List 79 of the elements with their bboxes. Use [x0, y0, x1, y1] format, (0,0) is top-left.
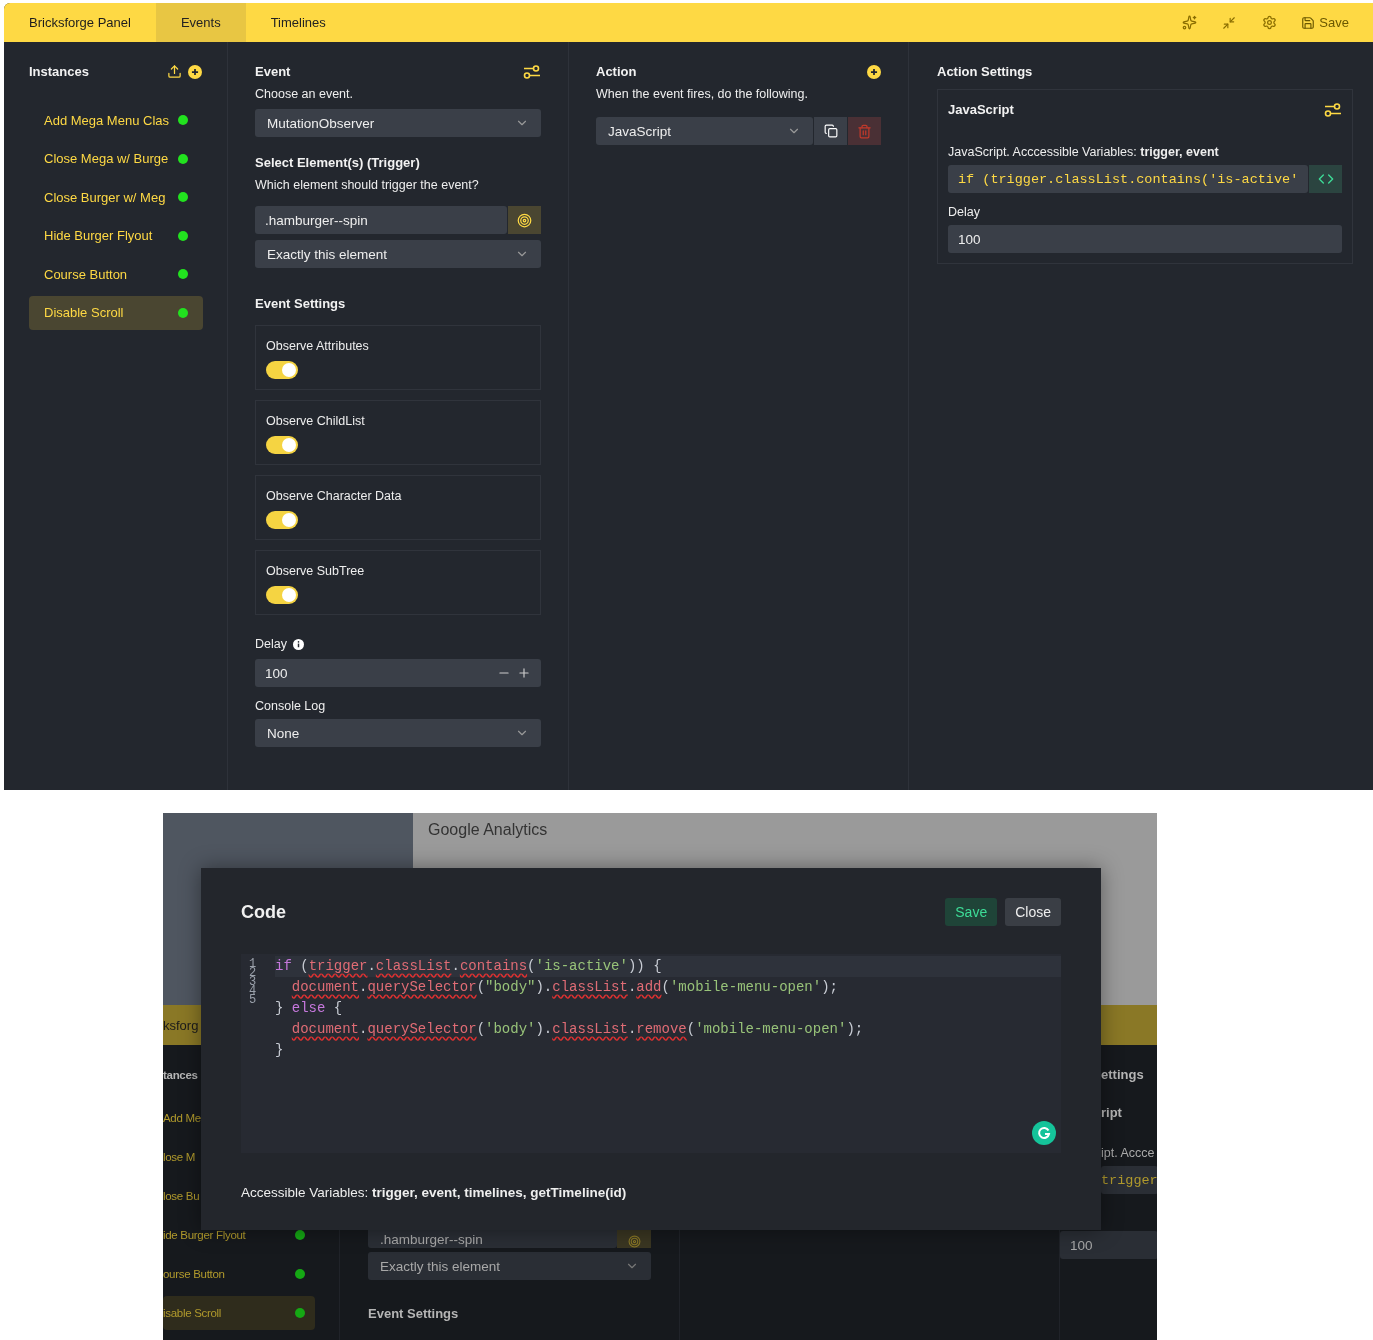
card-title: JavaScript: [948, 102, 1014, 117]
selector-field[interactable]: .hamburger--spin: [255, 206, 507, 234]
action-select[interactable]: JavaScript: [596, 117, 813, 145]
code-field[interactable]: if (trigger.classList.contains('is-active': [948, 165, 1309, 193]
list-item: Google Analytics: [428, 821, 548, 838]
column-title: Instances: [29, 64, 89, 79]
tab[interactable]: Events: [155, 3, 246, 42]
code-line: document.querySelector("body").classList.add('mobile-menu-open');: [290, 978, 839, 997]
delay-field[interactable]: 100: [948, 225, 1343, 253]
toggle-switch[interactable]: [266, 511, 298, 529]
field-label: Delay: [255, 637, 287, 651]
code-editor[interactable]: [241, 954, 1061, 1153]
add-icon: [867, 64, 881, 79]
sliders-icon: [523, 64, 541, 79]
setting-label: Observe Character Data: [266, 489, 403, 503]
toggle-switch[interactable]: [266, 586, 298, 604]
status-dot: [295, 1269, 305, 1279]
field-label: Console Log: [255, 699, 327, 713]
upload-icon[interactable]: [167, 64, 182, 79]
status-dot: [295, 1230, 305, 1240]
add-icon: [188, 64, 202, 79]
status-dot: [295, 1308, 305, 1318]
instance-item[interactable]: Add Mega Menu Clas: [29, 103, 203, 137]
instance-item[interactable]: Close Mega w/ Burge: [29, 141, 203, 176]
panel-title: Bricksforge Panel: [29, 15, 131, 30]
variables-note: Accessible Variables: trigger, event, timelines, getTimeline(id): [241, 1185, 628, 1200]
tab[interactable]: Timelines: [245, 3, 351, 42]
code-line: }: [275, 1041, 285, 1060]
field-label: ipt. Accce: [1101, 1146, 1156, 1160]
setting-label: Observe SubTree: [266, 564, 366, 578]
target-icon[interactable]: [507, 206, 541, 234]
toggle-switch[interactable]: [266, 436, 298, 454]
instance-item[interactable]: Disable Scroll: [29, 295, 203, 330]
delay-field: 100: [1060, 1231, 1157, 1259]
section-title: Event Settings: [368, 1306, 460, 1321]
copy-icon[interactable]: [813, 117, 847, 145]
hint-text: Choose an event.: [255, 87, 354, 101]
column-title: Action Settings: [937, 64, 1033, 79]
column-title: tances: [163, 1069, 199, 1081]
setting-label: Observe ChildList: [266, 414, 366, 428]
toggle-switch[interactable]: [266, 361, 298, 379]
match-select[interactable]: Exactly this element: [255, 240, 541, 268]
setting-label: Observe Attributes: [266, 339, 370, 353]
hint-text: When the event fires, do the following.: [596, 87, 809, 101]
instance-item[interactable]: ide Burger Flyout: [163, 1218, 315, 1252]
assistant-icon[interactable]: [1032, 1121, 1056, 1145]
plus-icon[interactable]: [517, 666, 531, 680]
line-number: 4: [249, 987, 258, 996]
line-number: 1: [249, 960, 258, 969]
panel-title: ksforg: [163, 1017, 199, 1033]
sliders-icon: [1324, 102, 1343, 117]
instance-item[interactable]: ourse Button: [163, 1257, 315, 1291]
close-button[interactable]: Close: [1005, 898, 1061, 926]
delay-field[interactable]: 100: [255, 659, 541, 687]
console-select[interactable]: None: [255, 719, 541, 747]
column-title: Action: [596, 64, 637, 79]
save-button[interactable]: Save: [1289, 3, 1373, 42]
code-line: document.querySelector('body').classList.remove('mobile-menu-open');: [290, 1020, 865, 1039]
field-label: JavaScript. Acccessible Variables: trigger, event: [948, 145, 1220, 159]
code-line: } else {: [275, 999, 344, 1018]
instance-item[interactable]: Course Button: [29, 257, 203, 291]
column-title: ettings: [1101, 1067, 1145, 1082]
card-title: ript: [1101, 1105, 1123, 1120]
event-select[interactable]: MutationObserver: [255, 109, 541, 137]
save-button[interactable]: Save: [945, 898, 998, 926]
dialog-title: Code: [241, 901, 286, 923]
instance-item[interactable]: Hide Burger Flyout: [29, 218, 203, 253]
info-icon: [292, 638, 304, 650]
line-number: 5: [249, 996, 258, 1005]
instance-item[interactable]: Close Burger w/ Meg: [29, 180, 203, 214]
instance-item[interactable]: isable Scroll: [163, 1296, 315, 1330]
section-title: Select Element(s) (Trigger): [255, 155, 421, 170]
section-title: Event Settings: [255, 296, 347, 311]
column-title: Event: [255, 64, 291, 79]
save-icon: [1301, 15, 1316, 30]
field-label: Delay: [948, 205, 981, 219]
code-icon[interactable]: [1308, 165, 1343, 193]
code-field: trigger: [1101, 1166, 1157, 1194]
hint-text: Which element should trigger the event?: [255, 178, 480, 192]
